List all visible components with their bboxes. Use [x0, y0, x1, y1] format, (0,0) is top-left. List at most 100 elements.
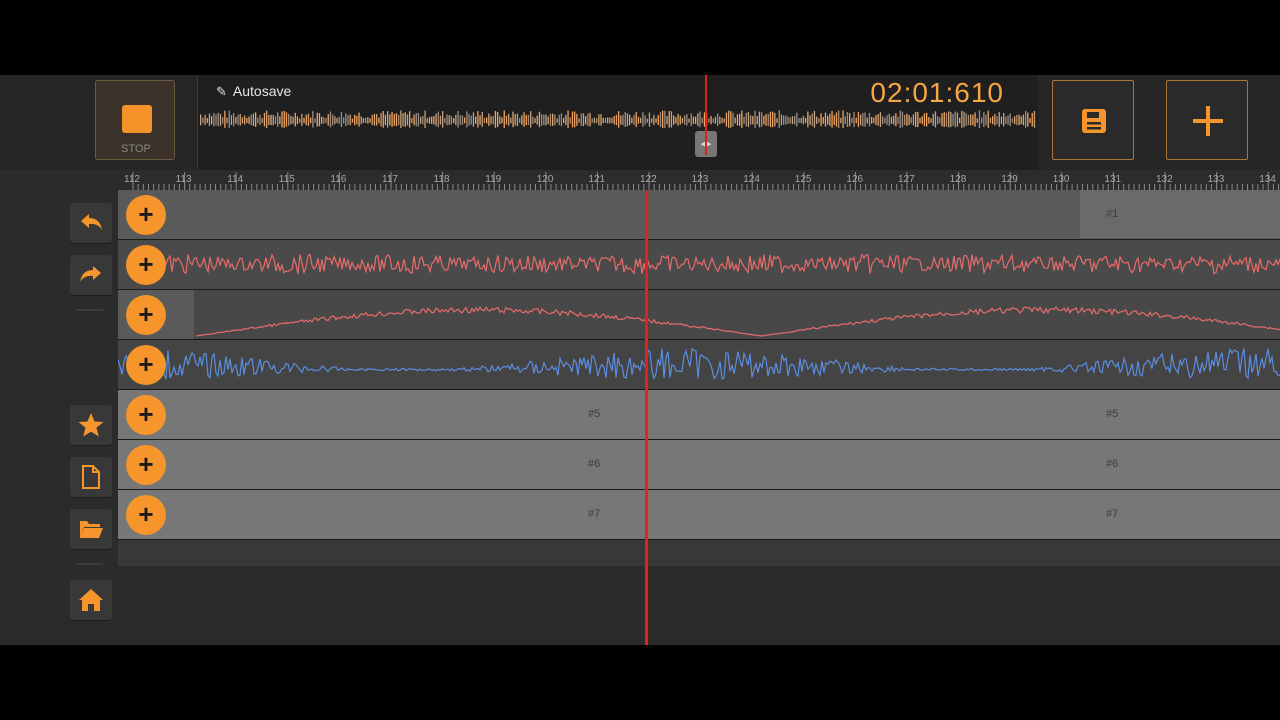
- overview-bar: [305, 114, 307, 126]
- overview-bar: [255, 112, 257, 127]
- overview-bar: [615, 114, 618, 126]
- overview-bar: [965, 113, 967, 127]
- track-4-add-button[interactable]: +: [126, 345, 166, 385]
- overview-bar: [886, 115, 888, 125]
- overview-bar: [206, 117, 208, 124]
- pencil-icon: ✎: [216, 84, 227, 99]
- overview-bar: [215, 114, 217, 126]
- overview-bar: [433, 116, 435, 125]
- overview-bar: [600, 114, 602, 126]
- overview-bar: [431, 116, 433, 124]
- ruler-label: 130: [1052, 174, 1070, 185]
- overview-bar: [668, 110, 670, 128]
- track-1-add-button[interactable]: +: [126, 195, 166, 235]
- overview-bar: [816, 116, 818, 124]
- ruler-label: 126: [846, 174, 864, 185]
- track-3-waveform: [195, 306, 1280, 337]
- track-6-label: #6: [588, 458, 601, 470]
- overview-bar: [384, 114, 387, 126]
- overview-bar: [530, 111, 532, 128]
- playhead-line[interactable]: [645, 190, 648, 645]
- undo-button[interactable]: [70, 203, 112, 243]
- redo-button[interactable]: [70, 255, 112, 295]
- overview-bar: [536, 115, 538, 125]
- overview-bar: [365, 117, 367, 124]
- overview-bar: [732, 112, 734, 127]
- overview-bar: [629, 114, 631, 126]
- overview-bar: [967, 114, 970, 126]
- track-area[interactable]: + #1 + + + + #5 #5 + #6 #6 + #7 #7: [118, 190, 1280, 645]
- track-7-add-button[interactable]: +: [126, 495, 166, 535]
- sidebar-divider-2: [77, 563, 103, 565]
- overview-bar: [446, 114, 448, 126]
- overview-bar: [794, 115, 796, 125]
- overview-bar: [560, 113, 563, 127]
- open-folder-button[interactable]: [70, 509, 112, 549]
- overview-bar: [547, 116, 549, 124]
- overview-bar: [921, 116, 923, 125]
- track-1[interactable]: + #1: [118, 190, 1280, 240]
- overview-bar: [692, 116, 695, 124]
- favorites-button[interactable]: [70, 405, 112, 445]
- overview-bar: [299, 118, 301, 123]
- track-3[interactable]: +: [118, 290, 1280, 340]
- overview-bar: [723, 118, 725, 123]
- overview-bar: [259, 114, 261, 126]
- overview-bar: [855, 117, 857, 124]
- overview-bar: [387, 111, 389, 128]
- overview-bar: [998, 112, 1000, 127]
- track-2[interactable]: +: [118, 240, 1280, 290]
- ruler-label: 127: [898, 174, 915, 185]
- track-4[interactable]: +: [118, 340, 1280, 390]
- overview-bar: [376, 114, 378, 126]
- track-3-add-button[interactable]: +: [126, 295, 166, 335]
- overview-bar: [492, 115, 494, 125]
- overview-bar: [426, 118, 428, 123]
- track-2-add-button[interactable]: +: [126, 245, 166, 285]
- track-6[interactable]: + #6 #6: [118, 440, 1280, 490]
- overview-bar: [818, 118, 820, 123]
- overview-bar: [970, 114, 972, 126]
- stop-button[interactable]: STOP: [95, 80, 175, 160]
- overview-bar: [789, 117, 791, 124]
- overview-bar: [932, 113, 934, 126]
- new-file-button[interactable]: [70, 457, 112, 497]
- overview-bar: [514, 114, 516, 126]
- save-button[interactable]: [1052, 80, 1134, 160]
- overview-bar: [633, 115, 635, 125]
- overview-bar: [248, 116, 250, 124]
- overview-bar: [728, 110, 730, 128]
- overview-bar: [552, 113, 554, 126]
- overview-bar: [978, 110, 981, 129]
- overview-bar: [246, 117, 248, 124]
- home-button[interactable]: [70, 580, 112, 620]
- overview-bar: [439, 115, 442, 125]
- add-track-button[interactable]: [1166, 80, 1248, 160]
- overview-bar: [956, 112, 959, 127]
- overview-bar: [934, 111, 937, 128]
- overview-bar: [780, 114, 783, 126]
- overview-bar: [994, 114, 996, 126]
- overview-bar: [1000, 116, 1003, 124]
- overview-bar: [208, 113, 211, 126]
- track-5-add-button[interactable]: +: [126, 395, 166, 435]
- overview-bar: [580, 113, 582, 127]
- overview-bar: [437, 111, 439, 128]
- timeline-ruler[interactable]: 112 113 114 115 116 117 118 119 120 121 122 123 124 1…: [118, 170, 1280, 191]
- track-7-label: #7: [588, 508, 601, 520]
- overview-bar: [736, 114, 739, 126]
- track-7[interactable]: + #7 #7: [118, 490, 1280, 540]
- overview-waveform[interactable]: ✎Autosave 02:01:610 ◂▸: [197, 75, 1038, 170]
- overview-bar: [347, 115, 349, 125]
- overview-bar: [1031, 112, 1033, 127]
- track-6-add-button[interactable]: +: [126, 445, 166, 485]
- overview-bar: [277, 112, 279, 127]
- overview-bar: [677, 113, 679, 126]
- overview-bar: [250, 114, 252, 126]
- overview-bar: [424, 110, 426, 128]
- overview-bar: [261, 118, 263, 123]
- track-5[interactable]: + #5 #5: [118, 390, 1280, 440]
- overview-bar: [400, 110, 402, 129]
- overview-bar: [279, 116, 281, 125]
- overview-bar: [409, 111, 411, 128]
